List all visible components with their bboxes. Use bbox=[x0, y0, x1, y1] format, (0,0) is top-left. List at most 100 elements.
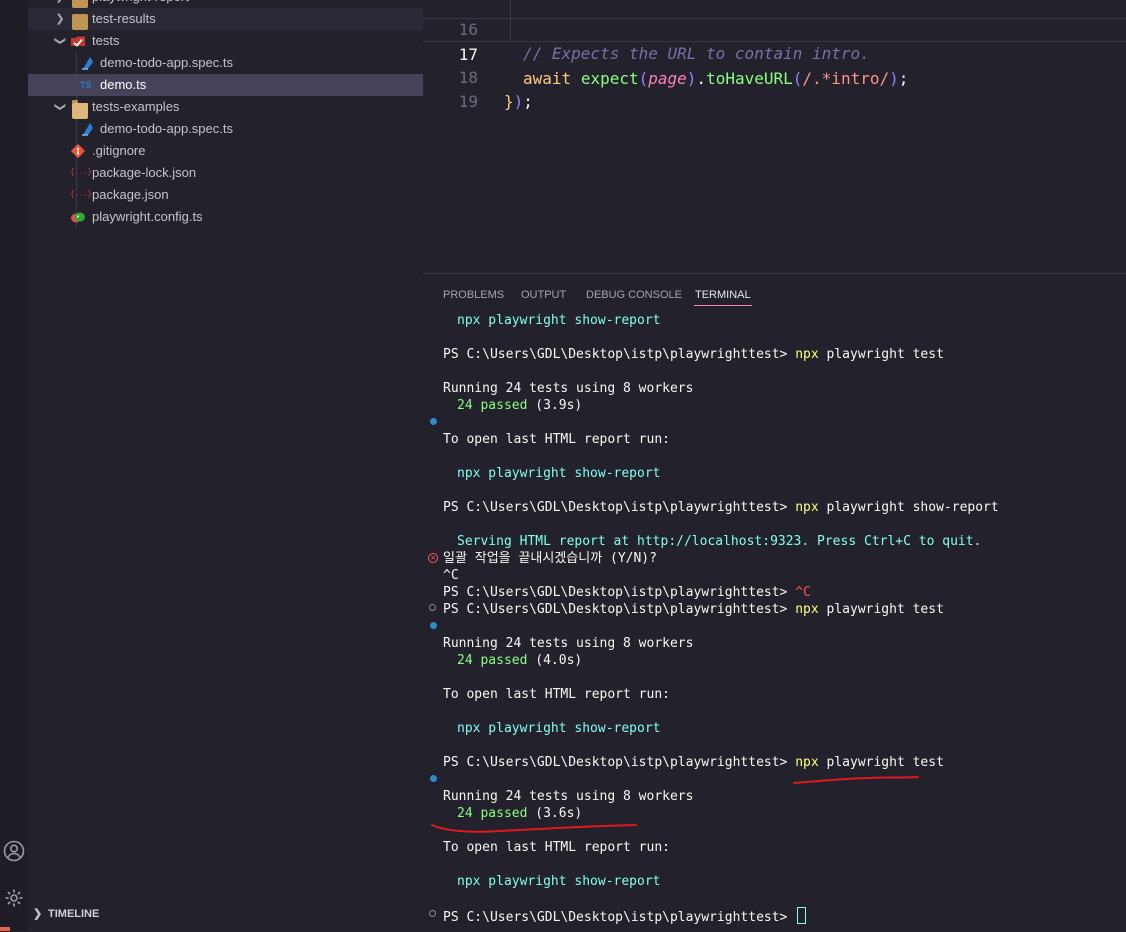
duration: (4.0s) bbox=[527, 653, 583, 668]
code-line: 18 }); bbox=[423, 42, 1126, 111]
tree-item-tests-examples[interactable]: ❯ tests-examples bbox=[28, 96, 423, 119]
terminal-line: npx playwright show-report bbox=[457, 313, 661, 328]
tree-item-playwright-report[interactable]: ❯ playwright-report bbox=[28, 0, 423, 8]
duration: (3.9s) bbox=[527, 398, 583, 413]
code-editor[interactable]: 16 // Expects the URL to contain intro. … bbox=[423, 0, 1126, 273]
passed-count: 24 passed bbox=[457, 653, 528, 668]
terminal-line: Running 24 tests using 8 workers bbox=[443, 789, 694, 804]
command-decoration-dot[interactable] bbox=[429, 604, 436, 611]
folder-open-icon bbox=[72, 100, 88, 119]
terminal-line: To open last HTML report run: bbox=[443, 687, 670, 702]
terminal-prompt: PS C:\Users\GDL\Desktop\istp\playwrightt… bbox=[443, 500, 796, 515]
terminal-line: Serving HTML report at http://localhost:… bbox=[457, 534, 982, 549]
terminal-command-line: PS C:\Users\GDL\Desktop\istp\playwrightt… bbox=[443, 754, 944, 771]
tree-item-demo-ts[interactable]: TS demo.ts bbox=[28, 74, 423, 96]
folder-icon bbox=[72, 0, 88, 8]
terminal-result-line: 24 passed (3.9s) bbox=[457, 397, 582, 414]
terminal-command-line: PS C:\Users\GDL\Desktop\istp\playwrightt… bbox=[443, 346, 944, 363]
code-punct: ; bbox=[523, 92, 533, 111]
test-file-icon bbox=[80, 55, 96, 71]
tree-item-label: tests-examples bbox=[92, 99, 180, 114]
passed-count: 24 passed bbox=[457, 806, 528, 821]
terminal-command-line: PS C:\Users\GDL\Desktop\istp\playwrightt… bbox=[443, 601, 944, 618]
tree-item-package-lock-json[interactable]: {...} package-lock.json bbox=[28, 162, 423, 184]
explorer-sidebar: ❯ playwright-report ❯ test-results ❯ tes… bbox=[28, 0, 423, 931]
terminal-result-line: 24 passed (4.0s) bbox=[457, 652, 582, 669]
terminal-line: npx playwright show-report bbox=[457, 466, 661, 481]
code-paren: ) bbox=[513, 92, 524, 111]
tree-item-label: demo-todo-app.spec.ts bbox=[100, 121, 233, 136]
code-line: 16 // Expects the URL to contain intro. bbox=[423, 0, 1126, 63]
command-decoration-dot[interactable] bbox=[430, 775, 437, 782]
chevron-right-icon: ❯ bbox=[55, 13, 65, 25]
terminal-line: ^C bbox=[443, 568, 459, 583]
tree-item-label: .gitignore bbox=[92, 143, 146, 158]
timeline-section-header[interactable]: ❯ TIMELINE bbox=[28, 903, 423, 925]
activity-bar bbox=[0, 0, 28, 931]
code-brace: } bbox=[504, 92, 514, 111]
duration: (3.6s) bbox=[527, 806, 583, 821]
terminal-command: npx bbox=[795, 500, 819, 515]
terminal-line: npx playwright show-report bbox=[457, 721, 661, 736]
terminal-prompt: PS C:\Users\GDL\Desktop\istp\playwrightt… bbox=[443, 755, 796, 770]
timeline-label: TIMELINE bbox=[48, 908, 100, 920]
terminal-prompt: PS C:\Users\GDL\Desktop\istp\playwrightt… bbox=[443, 910, 796, 925]
terminal-prompt: PS C:\Users\GDL\Desktop\istp\playwrightt… bbox=[443, 602, 796, 617]
chevron-right-icon: ❯ bbox=[52, 0, 68, 8]
code-line-current: 17 await expect(page).toHaveURL(/.*intro… bbox=[423, 18, 1126, 88]
tree-item-label: playwright-report bbox=[92, 0, 189, 8]
typescript-icon: TS bbox=[80, 80, 92, 90]
npm-json-icon: {...} bbox=[70, 190, 92, 199]
error-decoration-icon[interactable]: × bbox=[428, 553, 438, 563]
npm-json-icon: {...} bbox=[70, 168, 92, 177]
tree-item-playwright-config[interactable]: playwright.config.ts bbox=[28, 206, 423, 228]
test-file-icon bbox=[80, 121, 96, 137]
terminal-line: Running 24 tests using 8 workers bbox=[443, 636, 694, 651]
tree-item-label: tests bbox=[92, 33, 120, 48]
terminal-command-args: playwright test bbox=[818, 602, 944, 617]
terminal-line: Running 24 tests using 8 workers bbox=[443, 381, 694, 396]
status-indicator bbox=[0, 927, 10, 931]
terminal-command-args: playwright test bbox=[818, 755, 944, 770]
tree-item-demo-todo-app-spec[interactable]: demo-todo-app.spec.ts bbox=[28, 52, 423, 74]
tree-item-test-results[interactable]: ❯ test-results bbox=[28, 8, 423, 30]
terminal-cursor bbox=[797, 907, 807, 924]
terminal-command: npx bbox=[795, 602, 819, 617]
terminal-interrupt: ^C bbox=[795, 585, 811, 600]
accounts-icon[interactable] bbox=[0, 840, 28, 868]
terminal-result-line: 24 passed (3.6s) bbox=[457, 805, 582, 822]
terminal-output[interactable]: npx playwright show-report PS C:\Users\G… bbox=[423, 274, 1126, 932]
git-icon bbox=[70, 143, 86, 159]
terminal-command-args: playwright test bbox=[818, 347, 944, 362]
tree-item-label: demo-todo-app.spec.ts bbox=[100, 55, 233, 70]
tree-item-tests[interactable]: ❯ tests bbox=[28, 30, 423, 52]
tree-item-package-json[interactable]: {...} package.json bbox=[28, 184, 423, 206]
chevron-down-icon: ❯ bbox=[54, 36, 66, 46]
tree-item-label: package.json bbox=[92, 187, 169, 202]
terminal-prompt: PS C:\Users\GDL\Desktop\istp\playwrightt… bbox=[443, 585, 796, 600]
command-decoration-dot[interactable] bbox=[430, 622, 437, 629]
code-line: 19 bbox=[423, 66, 1126, 111]
command-decoration-dot[interactable] bbox=[430, 418, 437, 425]
chevron-right-icon: ❯ bbox=[33, 908, 43, 920]
terminal-line: To open last HTML report run: bbox=[443, 432, 670, 447]
tests-folder-icon bbox=[70, 33, 86, 49]
settings-gear-icon[interactable] bbox=[0, 887, 28, 915]
tree-item-label: package-lock.json bbox=[92, 165, 197, 180]
folder-icon bbox=[72, 14, 88, 30]
tree-item-label: demo.ts bbox=[100, 77, 147, 92]
terminal-command-line: PS C:\Users\GDL\Desktop\istp\playwrightt… bbox=[443, 499, 999, 516]
terminal-line: npx playwright show-report bbox=[457, 874, 661, 889]
bottom-panel: PROBLEMS OUTPUT DEBUG CONSOLE TERMINAL n… bbox=[423, 273, 1126, 932]
tree-item-gitignore[interactable]: .gitignore bbox=[28, 140, 423, 162]
tree-item-label: playwright.config.ts bbox=[92, 209, 203, 224]
terminal-command-args: playwright show-report bbox=[818, 500, 999, 515]
tree-item-demo-todo-app-spec-examples[interactable]: demo-todo-app.spec.ts bbox=[28, 118, 423, 140]
chevron-down-icon: ❯ bbox=[54, 102, 66, 112]
terminal-command: npx bbox=[795, 755, 819, 770]
command-decoration-dot[interactable] bbox=[429, 910, 436, 917]
terminal-input-line[interactable]: PS C:\Users\GDL\Desktop\istp\playwrightt… bbox=[443, 907, 807, 925]
terminal-command-line: PS C:\Users\GDL\Desktop\istp\playwrightt… bbox=[443, 584, 811, 601]
terminal-line: To open last HTML report run: bbox=[443, 840, 670, 855]
file-tree: ❯ playwright-report ❯ test-results ❯ tes… bbox=[28, 0, 423, 228]
